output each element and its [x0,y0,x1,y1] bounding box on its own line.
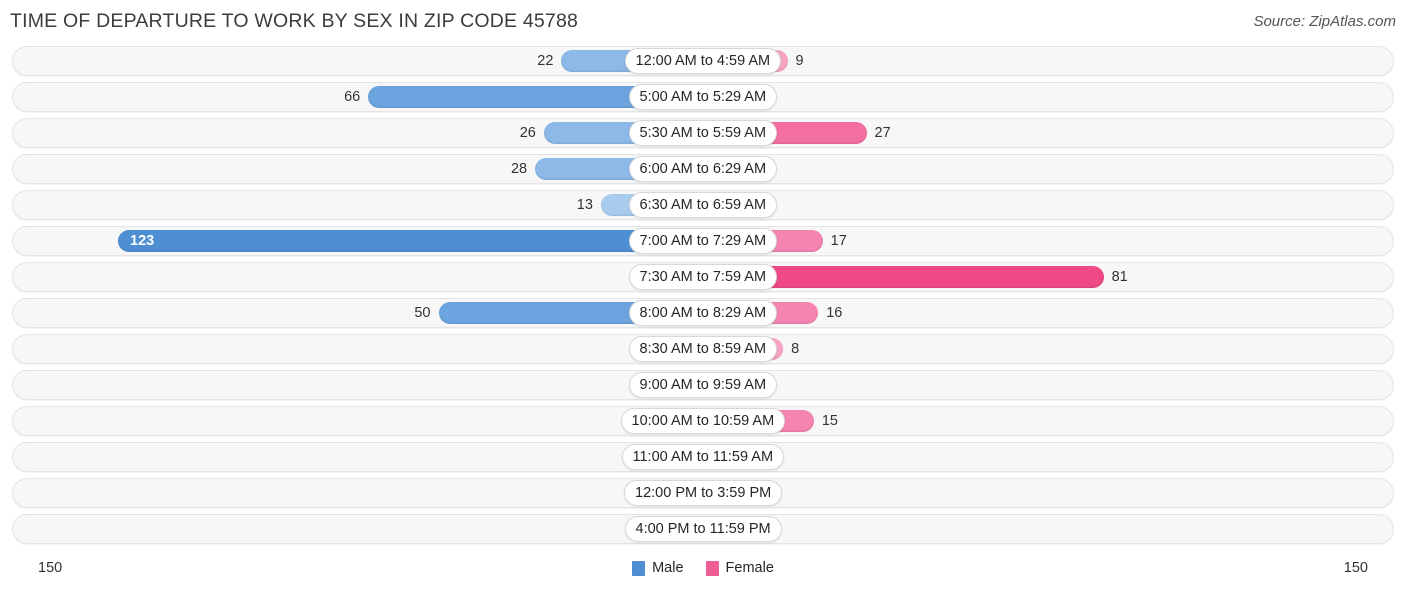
value-label-female: 8 [791,341,800,357]
axis-max-right: 150 [1343,560,1368,576]
category-label-pill: 12:00 AM to 4:59 AM [624,48,782,74]
chart-row-inner: 22 9 12:00 AM to 4:59 AM [13,47,1393,75]
chart-row-inner: 50 16 8:00 AM to 8:29 AM [13,299,1393,327]
legend-swatch-female-icon [705,560,719,576]
chart-row[interactable]: 009:00 AM to 9:59 AM [12,370,1394,400]
source-attribution: Source: ZipAtlas.com [1253,13,1396,30]
legend-item-female[interactable]: Female [705,560,774,576]
bar-chart-plot-area: 22 9 12:00 AM to 4:59 AM 6605:00 AM to 5:29… [0,46,1406,554]
value-label-female: 16 [826,305,843,321]
chart-row-inner: 009:00 AM to 9:59 AM [13,371,1393,399]
chart-footer: 150 Male Female 150 [0,554,1406,595]
chart-row[interactable]: 123 17 7:00 AM to 7:29 AM [12,226,1394,256]
bar-male[interactable] [118,230,703,252]
category-label-pill: 7:00 AM to 7:29 AM [628,228,778,254]
category-label-pill: 6:30 AM to 6:59 AM [628,192,778,218]
chart-row-inner: 123 17 7:00 AM to 7:29 AM [13,227,1393,255]
category-label-pill: 11:00 AM to 11:59 AM [621,444,785,470]
chart-row[interactable]: 01510:00 AM to 10:59 AM [12,406,1394,436]
chart-row[interactable]: 26 27 5:30 AM to 5:59 AM [12,118,1394,148]
chart-row-inner: 6605:00 AM to 5:29 AM [13,83,1393,111]
value-label-male: 66 [344,89,361,105]
chart-row[interactable]: 0012:00 PM to 3:59 PM [12,478,1394,508]
chart-row[interactable]: 0011:00 AM to 11:59 AM [12,442,1394,472]
value-label-female: 27 [874,125,891,141]
category-label-pill: 8:00 AM to 8:29 AM [628,300,778,326]
value-label-male: 22 [537,53,554,69]
chart-header: TIME OF DEPARTURE TO WORK BY SEX IN ZIP … [0,0,1406,46]
page-title: TIME OF DEPARTURE TO WORK BY SEX IN ZIP … [10,10,579,32]
chart-row-inner: 0817:30 AM to 7:59 AM [13,263,1393,291]
value-label-female: 81 [1111,269,1128,285]
chart-row[interactable]: 088:30 AM to 8:59 AM [12,334,1394,364]
value-label-female: 17 [830,233,847,249]
chart-row-inner: 2806:00 AM to 6:29 AM [13,155,1393,183]
legend-swatch-male-icon [632,560,646,576]
value-label-male: 13 [576,197,593,213]
chart-row[interactable]: 6605:00 AM to 5:29 AM [12,82,1394,112]
chart-row-inner: 26 27 5:30 AM to 5:59 AM [13,119,1393,147]
legend-item-male[interactable]: Male [632,560,684,576]
category-label-pill: 6:00 AM to 6:29 AM [628,156,778,182]
chart-page: TIME OF DEPARTURE TO WORK BY SEX IN ZIP … [0,0,1406,595]
value-label-male: 50 [414,305,431,321]
chart-row[interactable]: 0817:30 AM to 7:59 AM [12,262,1394,292]
chart-row[interactable]: 50 16 8:00 AM to 8:29 AM [12,298,1394,328]
chart-row[interactable]: 004:00 PM to 11:59 PM [12,514,1394,544]
legend-label-female: Female [725,560,774,576]
category-label-pill: 8:30 AM to 8:59 AM [628,336,778,362]
category-label-pill: 12:00 PM to 3:59 PM [624,480,783,506]
chart-row[interactable]: 22 9 12:00 AM to 4:59 AM [12,46,1394,76]
value-label-male: 123 [130,233,155,249]
value-label-male: 28 [510,161,528,177]
chart-row-inner: 0011:00 AM to 11:59 AM [13,443,1393,471]
category-label-pill: 10:00 AM to 10:59 AM [620,408,786,434]
category-label-pill: 5:30 AM to 5:59 AM [628,120,778,146]
chart-row-inner: 088:30 AM to 8:59 AM [13,335,1393,363]
chart-row[interactable]: 2806:00 AM to 6:29 AM [12,154,1394,184]
chart-row[interactable]: 1306:30 AM to 6:59 AM [12,190,1394,220]
chart-row-inner: 0012:00 PM to 3:59 PM [13,479,1393,507]
value-label-male: 26 [519,125,536,141]
chart-row-inner: 1306:30 AM to 6:59 AM [13,191,1393,219]
category-label-pill: 9:00 AM to 9:59 AM [628,372,778,398]
category-label-pill: 4:00 PM to 11:59 PM [624,516,782,542]
category-label-pill: 5:00 AM to 5:29 AM [628,84,778,110]
chart-row-inner: 004:00 PM to 11:59 PM [13,515,1393,543]
chart-legend: Male Female [0,560,1406,576]
legend-label-male: Male [652,560,684,576]
value-label-female: 9 [795,53,804,69]
value-label-female: 15 [821,413,838,429]
chart-row-inner: 01510:00 AM to 10:59 AM [13,407,1393,435]
category-label-pill: 7:30 AM to 7:59 AM [628,264,778,290]
